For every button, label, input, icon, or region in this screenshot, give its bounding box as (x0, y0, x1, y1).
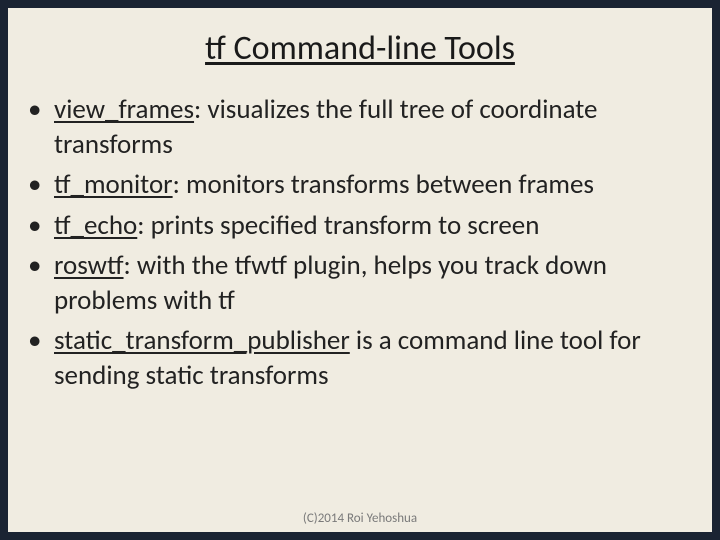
slide-content: view_frames: visualizes the full tree of… (8, 93, 712, 393)
list-item: tf_monitor: monitors transforms between … (54, 168, 694, 203)
command-name: tf_echo (54, 209, 137, 242)
footer-copyright: (C)2014 Roi Yehoshua (8, 511, 712, 526)
command-name: static_transform_publisher (54, 324, 350, 357)
slide-title: tf Command-line Tools (8, 28, 712, 69)
command-name: view_frames (54, 93, 194, 126)
list-item: static_transform_publisher is a command … (54, 324, 694, 393)
list-item: tf_echo: prints specified transform to s… (54, 209, 694, 244)
command-name: tf_monitor (54, 168, 173, 201)
bullet-list: view_frames: visualizes the full tree of… (54, 93, 694, 393)
slide: tf Command-line Tools view_frames: visua… (8, 8, 712, 532)
command-name: roswtf (54, 249, 124, 282)
command-desc: : monitors transforms between frames (173, 168, 594, 201)
list-item: roswtf: with the tfwtf plugin, helps you… (54, 249, 694, 318)
command-desc: : with the tfwtf plugin, helps you track… (54, 249, 607, 317)
list-item: view_frames: visualizes the full tree of… (54, 93, 694, 162)
command-desc: : prints specified transform to screen (137, 209, 539, 242)
